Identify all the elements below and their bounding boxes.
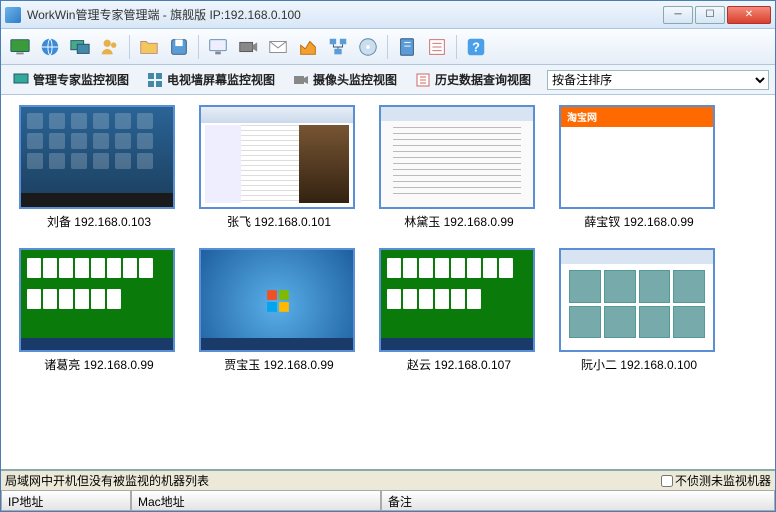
client-label: 薛宝钗 192.168.0.99 [559, 213, 719, 230]
window-title: WorkWin管理专家管理端 - 旗舰版 IP:192.168.0.100 [27, 6, 663, 23]
panel-title: 局域网中开机但没有被监视的机器列表 [5, 472, 661, 489]
toolbar-separator [129, 35, 130, 59]
mail-icon[interactable] [265, 34, 291, 60]
view-tabs: 管理专家监控视图 电视墙屏幕监控视图 摄像头监控视图 历史数据查询视图 按备注排… [1, 65, 775, 95]
client-label: 贾宝玉 192.168.0.99 [199, 356, 359, 373]
screenshot-preview[interactable] [379, 105, 535, 209]
display-icon[interactable] [205, 34, 231, 60]
client-thumbnail[interactable]: 贾宝玉 192.168.0.99 [199, 248, 359, 373]
col-ip[interactable]: IP地址 [1, 491, 131, 511]
users-icon[interactable] [97, 34, 123, 60]
checkbox-label: 不侦测未监视机器 [675, 472, 771, 489]
client-label: 阮小二 192.168.0.100 [559, 356, 719, 373]
sort-dropdown[interactable]: 按备注排序 [547, 70, 769, 90]
chart-icon[interactable] [295, 34, 321, 60]
screenshot-preview[interactable] [199, 105, 355, 209]
globe-icon[interactable] [37, 34, 63, 60]
svg-text:?: ? [472, 39, 480, 54]
monitor-icon[interactable] [7, 34, 33, 60]
client-thumbnail[interactable]: 淘宝网薛宝钗 192.168.0.99 [559, 105, 719, 230]
screenshot-preview[interactable] [19, 105, 175, 209]
monitor-icon [13, 72, 29, 88]
client-thumbnail[interactable]: 阮小二 192.168.0.100 [559, 248, 719, 373]
maximize-button[interactable]: ☐ [695, 6, 725, 24]
col-mac[interactable]: Mac地址 [131, 491, 381, 511]
client-label: 赵云 192.168.0.107 [379, 356, 539, 373]
client-thumbnail[interactable]: 赵云 192.168.0.107 [379, 248, 539, 373]
thumbnail-area: 刘备 192.168.0.103 张飞 192.168.0.101 林黛玉 192.… [1, 95, 775, 469]
list-icon[interactable] [424, 34, 450, 60]
screenshot-preview[interactable] [559, 248, 715, 352]
tab-camera-view[interactable]: 摄像头监控视图 [287, 68, 403, 91]
no-detect-input[interactable] [661, 475, 673, 487]
screens-icon[interactable] [67, 34, 93, 60]
tab-label: 电视墙屏幕监控视图 [167, 71, 275, 88]
panel-header: 局域网中开机但没有被监视的机器列表 不侦测未监视机器 [1, 471, 775, 491]
book-icon[interactable] [394, 34, 420, 60]
minimize-button[interactable]: ─ [663, 6, 693, 24]
network-icon[interactable] [325, 34, 351, 60]
client-thumbnail[interactable]: 林黛玉 192.168.0.99 [379, 105, 539, 230]
folder-icon[interactable] [136, 34, 162, 60]
column-headers: IP地址 Mac地址 备注 [1, 491, 775, 511]
disk-icon[interactable] [166, 34, 192, 60]
screenshot-preview[interactable]: 淘宝网 [559, 105, 715, 209]
tab-management-view[interactable]: 管理专家监控视图 [7, 68, 135, 91]
camera-icon[interactable] [235, 34, 261, 60]
close-button[interactable]: ✕ [727, 6, 771, 24]
tab-label: 摄像头监控视图 [313, 71, 397, 88]
toolbar-separator [198, 35, 199, 59]
client-label: 刘备 192.168.0.103 [19, 213, 179, 230]
tab-tvwall-view[interactable]: 电视墙屏幕监控视图 [141, 68, 281, 91]
titlebar: WorkWin管理专家管理端 - 旗舰版 IP:192.168.0.100 ─ … [1, 1, 775, 29]
app-icon [5, 7, 21, 23]
camera-icon [293, 72, 309, 88]
toolbar-separator [456, 35, 457, 59]
help-icon[interactable]: ? [463, 34, 489, 60]
screenshot-preview[interactable] [199, 248, 355, 352]
client-label: 诸葛亮 192.168.0.99 [19, 356, 179, 373]
tvwall-icon [147, 72, 163, 88]
tab-history-view[interactable]: 历史数据查询视图 [409, 68, 537, 91]
history-icon [415, 72, 431, 88]
cd-icon[interactable] [355, 34, 381, 60]
sort-selector[interactable]: 按备注排序 [547, 70, 769, 90]
tab-label: 管理专家监控视图 [33, 71, 129, 88]
window-controls: ─ ☐ ✕ [663, 6, 771, 24]
app-window: WorkWin管理专家管理端 - 旗舰版 IP:192.168.0.100 ─ … [0, 0, 776, 512]
client-label: 林黛玉 192.168.0.99 [379, 213, 539, 230]
client-label: 张飞 192.168.0.101 [199, 213, 359, 230]
screenshot-preview[interactable] [19, 248, 175, 352]
main-toolbar: ? [1, 29, 775, 65]
no-detect-checkbox[interactable]: 不侦测未监视机器 [661, 472, 771, 489]
screenshot-preview[interactable] [379, 248, 535, 352]
client-thumbnail[interactable]: 刘备 192.168.0.103 [19, 105, 179, 230]
col-note[interactable]: 备注 [381, 491, 775, 511]
client-thumbnail[interactable]: 张飞 192.168.0.101 [199, 105, 359, 230]
toolbar-separator [387, 35, 388, 59]
client-thumbnail[interactable]: 诸葛亮 192.168.0.99 [19, 248, 179, 373]
tab-label: 历史数据查询视图 [435, 71, 531, 88]
unmonitored-panel: 局域网中开机但没有被监视的机器列表 不侦测未监视机器 IP地址 Mac地址 备注 [1, 469, 775, 511]
